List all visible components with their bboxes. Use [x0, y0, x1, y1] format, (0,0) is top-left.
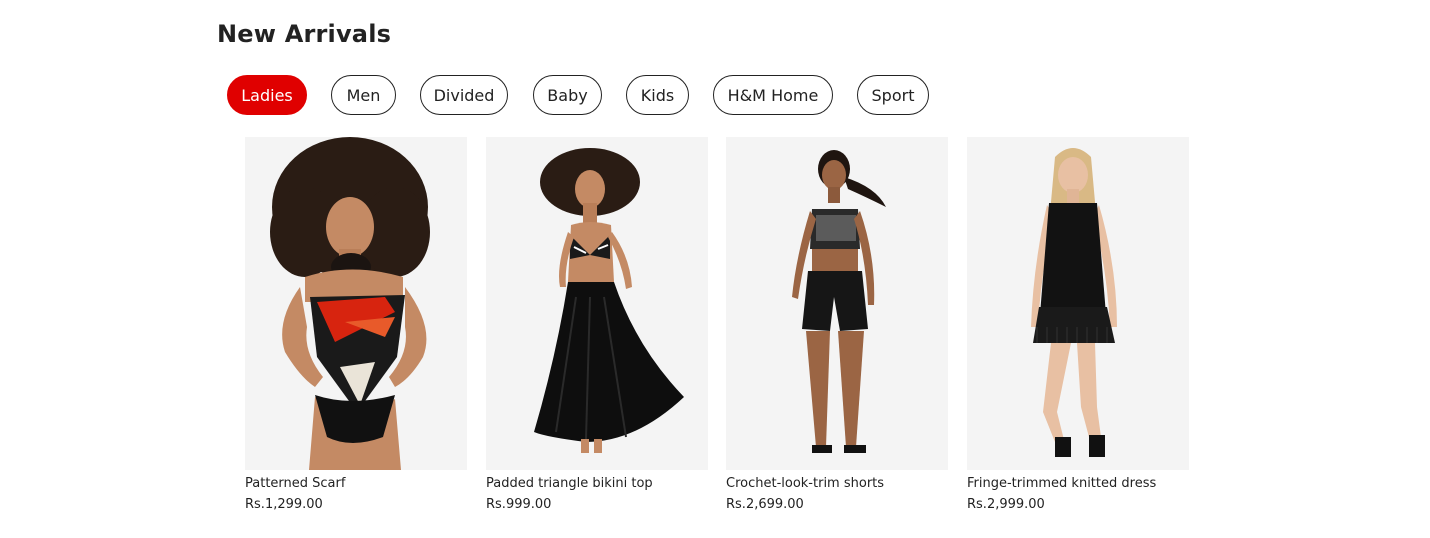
tab-divided[interactable]: Divided	[420, 75, 508, 115]
product-name[interactable]: Patterned Scarf	[245, 476, 467, 491]
section-title: New Arrivals	[217, 20, 392, 48]
product-price: Rs.2,699.00	[726, 497, 804, 512]
product-card[interactable]: Fringe-trimmed knitted dress Rs.2,999.00	[967, 137, 1189, 512]
product-card[interactable]: Patterned Scarf Rs.1,299.00	[245, 137, 467, 512]
tab-men[interactable]: Men	[331, 75, 396, 115]
tab-hm-home[interactable]: H&M Home	[713, 75, 833, 115]
product-card[interactable]: Padded triangle bikini top Rs.999.00	[486, 137, 708, 512]
tab-baby[interactable]: Baby	[533, 75, 602, 115]
product-name[interactable]: Crochet-look-trim shorts	[726, 476, 948, 491]
product-price: Rs.1,299.00	[245, 497, 323, 512]
product-card[interactable]: Crochet-look-trim shorts Rs.2,699.00	[726, 137, 948, 512]
product-price: Rs.999.00	[486, 497, 552, 512]
product-name[interactable]: Fringe-trimmed knitted dress	[967, 476, 1189, 491]
tab-kids[interactable]: Kids	[626, 75, 689, 115]
tab-sport[interactable]: Sport	[857, 75, 929, 115]
product-image[interactable]	[245, 137, 467, 470]
product-image[interactable]	[967, 137, 1189, 470]
product-price: Rs.2,999.00	[967, 497, 1045, 512]
product-image[interactable]	[486, 137, 708, 470]
tab-ladies[interactable]: Ladies	[227, 75, 307, 115]
product-name[interactable]: Padded triangle bikini top	[486, 476, 708, 491]
product-image[interactable]	[726, 137, 948, 470]
